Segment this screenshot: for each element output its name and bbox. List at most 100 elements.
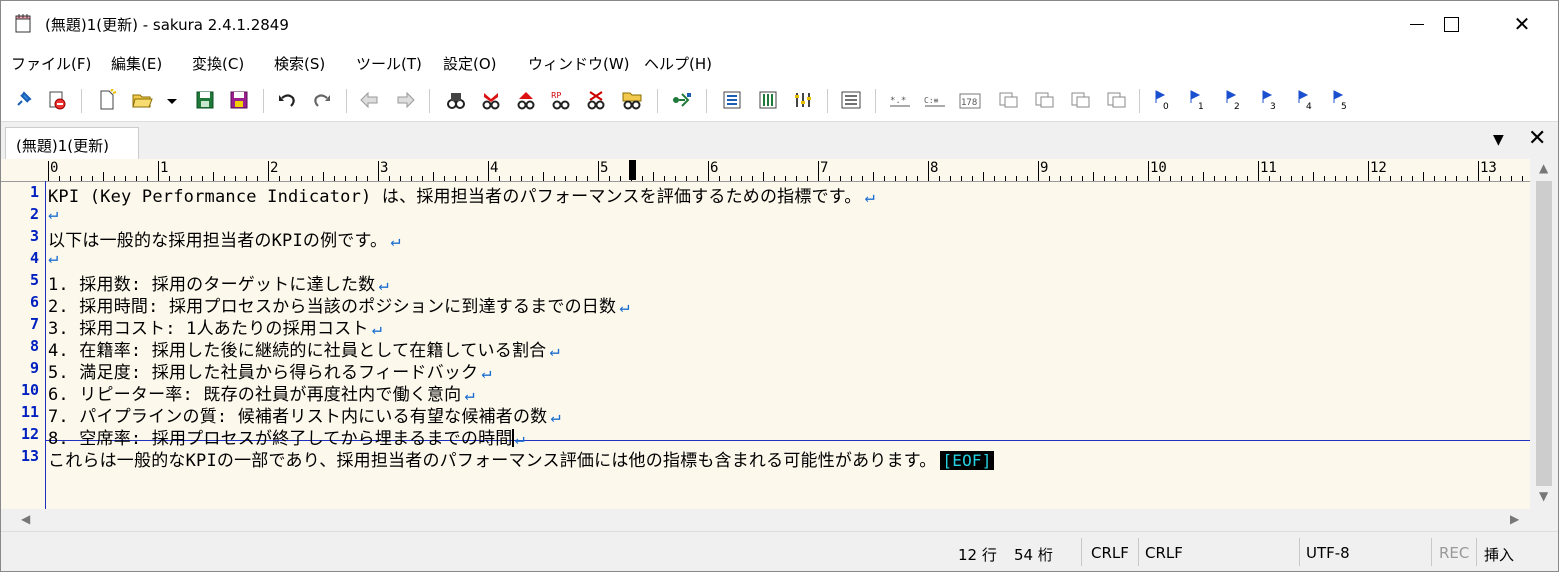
eof-marker: [EOF] <box>940 451 994 470</box>
ruler-label: 9 <box>1040 160 1049 176</box>
menu-search[interactable]: 検索(S) <box>274 53 325 74</box>
ruler: 0 1 2 3 4 5 6 7 8 9 10 11 12 13 <box>1 159 1530 182</box>
status-eol-1: CRLF <box>1091 544 1129 562</box>
line-number: 8 <box>29 337 39 355</box>
replace-icon[interactable]: RP <box>550 89 572 111</box>
new-file-icon[interactable] <box>96 89 118 111</box>
newline-mark: ↵ <box>48 204 59 224</box>
scroll-left-icon[interactable]: ◀ <box>21 512 30 526</box>
ruler-tick <box>1368 161 1369 181</box>
ruler-tick <box>1478 161 1479 181</box>
text-line[interactable]: 10 6. リピーター率: 既存の社員が再度社内で働く意向 ↵ <box>1 379 1530 405</box>
text-line[interactable]: 11 7. パイプラインの質: 候補者リスト内にいる有望な候補者の数 ↵ <box>1 401 1530 427</box>
line-number: 3 <box>29 227 39 245</box>
menu-convert[interactable]: 変換(C) <box>192 53 244 74</box>
scroll-up-icon[interactable]: ▲ <box>1539 161 1548 175</box>
text-line[interactable]: 12 8. 空席率: 採用プロセスが終了してから埋まるまでの時間 ↵ <box>1 423 1530 449</box>
scroll-down-icon[interactable]: ▼ <box>1539 489 1548 503</box>
pin-icon[interactable] <box>12 89 34 111</box>
ruler-label: 7 <box>820 160 829 176</box>
menu-help[interactable]: ヘルプ(H) <box>644 53 712 74</box>
close-button[interactable]: ✕ <box>1487 1 1557 47</box>
menu-tools[interactable]: ツール(T) <box>356 53 422 74</box>
convert-halfwidth-icon[interactable] <box>1033 89 1055 111</box>
bookmark-1-icon[interactable]: 1 <box>1188 89 1210 111</box>
menu-file[interactable]: ファイル(F) <box>11 53 91 74</box>
status-insert-mode: 挿入 <box>1484 546 1515 564</box>
grep-icon[interactable] <box>621 89 643 111</box>
tab-list-dropdown-icon[interactable]: ▼ <box>1493 132 1504 148</box>
editor-area[interactable]: 0 1 2 3 4 5 6 7 8 9 10 11 12 13 1 KPI (K… <box>1 159 1530 509</box>
char-code-icon[interactable]: C:≡ <box>924 89 946 111</box>
status-eol-2: CRLF <box>1145 544 1183 562</box>
ruler-tick <box>268 161 269 181</box>
text-line[interactable]: 13 これらは一般的なKPIの一部であり、採用担当者のパフォーマンス評価には他の指… <box>1 445 1530 471</box>
horizontal-scrollbar[interactable]: ◀ ▶ <box>1 509 1530 531</box>
save-icon[interactable] <box>194 89 216 111</box>
back-icon[interactable] <box>359 89 381 111</box>
text-line[interactable]: 2 ↵ <box>1 203 1530 225</box>
maximize-button[interactable] <box>1416 1 1486 47</box>
text-line[interactable]: 3 以下は一般的な採用担当者のKPIの例です。 ↵ <box>1 225 1530 251</box>
text-line[interactable]: 1 KPI (Key Performance Indicator) は、採用担当者… <box>1 181 1530 207</box>
toolbar-separator <box>346 89 347 113</box>
outline-icon[interactable] <box>721 89 743 111</box>
tab-untitled-1[interactable]: (無題)1(更新) <box>5 127 139 159</box>
line-number: 13 <box>20 447 39 465</box>
ruler-label: 1 <box>160 160 169 176</box>
clear-marks-icon[interactable] <box>585 89 607 111</box>
ruler-label: 10 <box>1150 160 1167 176</box>
svg-text:5: 5 <box>1341 102 1347 111</box>
toolbar-separator <box>1139 89 1140 113</box>
ruler-minor-tick <box>213 172 214 181</box>
tag-icon[interactable]: 178 <box>959 89 981 111</box>
compare-icon[interactable] <box>840 89 862 111</box>
bookmark-0-icon[interactable]: 0 <box>1153 89 1175 111</box>
ruler-minor-tick <box>983 172 984 181</box>
status-encoding: UTF-8 <box>1306 544 1350 562</box>
print-preview-icon[interactable] <box>46 89 68 111</box>
vertical-scroll-thumb[interactable] <box>1536 181 1552 486</box>
menu-window[interactable]: ウィンドウ(W) <box>528 53 630 74</box>
ruler-tick <box>1148 161 1149 181</box>
line-number: 9 <box>29 359 39 377</box>
text-wrap-icon[interactable]: *.* <box>889 89 911 111</box>
convert-kana-icon[interactable] <box>1105 89 1127 111</box>
status-separator <box>1431 538 1432 566</box>
bookmark-4-icon[interactable]: 4 <box>1296 89 1318 111</box>
convert-case-icon[interactable] <box>997 89 1019 111</box>
text-line[interactable]: 9 5. 満足度: 採用した社員から得られるフィードバック ↵ <box>1 357 1530 383</box>
bookmark-5-icon[interactable]: 5 <box>1331 89 1353 111</box>
forward-icon[interactable] <box>394 89 416 111</box>
text-line[interactable]: 5 1. 採用数: 採用のターゲットに達した数 ↵ <box>1 269 1530 295</box>
search-icon[interactable] <box>445 89 467 111</box>
text-line[interactable]: 8 4. 在籍率: 採用した後に継続的に社員として在籍している割合 ↵ <box>1 335 1530 361</box>
menu-settings[interactable]: 設定(O) <box>443 53 497 74</box>
text-line[interactable]: 7 3. 採用コスト: 1人あたりの採用コスト ↵ <box>1 313 1530 339</box>
ruler-label: 12 <box>1370 160 1387 176</box>
text-line[interactable]: 6 2. 採用時間: 採用プロセスから当該のポジションに到達するまでの日数 ↵ <box>1 291 1530 317</box>
search-prev-icon[interactable] <box>515 89 537 111</box>
function-list-icon[interactable] <box>757 89 779 111</box>
status-separator <box>1476 538 1477 566</box>
undo-icon[interactable] <box>276 89 298 111</box>
bookmark-3-icon[interactable]: 3 <box>1260 89 1282 111</box>
ruler-minor-tick <box>103 172 104 181</box>
bookmark-2-icon[interactable]: 2 <box>1224 89 1246 111</box>
ruler-minor-tick <box>873 172 874 181</box>
dropdown-arrow-icon[interactable] <box>161 89 177 111</box>
vertical-scrollbar[interactable]: ▲ ▼ <box>1530 159 1558 509</box>
ruler-tick <box>818 161 819 181</box>
text-line[interactable]: 4 ↵ <box>1 247 1530 269</box>
redo-icon[interactable] <box>311 89 333 111</box>
svg-text:2: 2 <box>1234 102 1240 111</box>
convert-fullwidth-icon[interactable] <box>1069 89 1091 111</box>
settings-icon[interactable] <box>792 89 814 111</box>
save-all-icon[interactable] <box>228 89 250 111</box>
tab-close-icon[interactable]: ✕ <box>1528 126 1546 151</box>
menu-edit[interactable]: 編集(E) <box>111 53 162 74</box>
scroll-right-icon[interactable]: ▶ <box>1510 512 1519 526</box>
open-folder-icon[interactable] <box>131 89 153 111</box>
jump-icon[interactable] <box>671 89 693 111</box>
search-next-icon[interactable] <box>480 89 502 111</box>
